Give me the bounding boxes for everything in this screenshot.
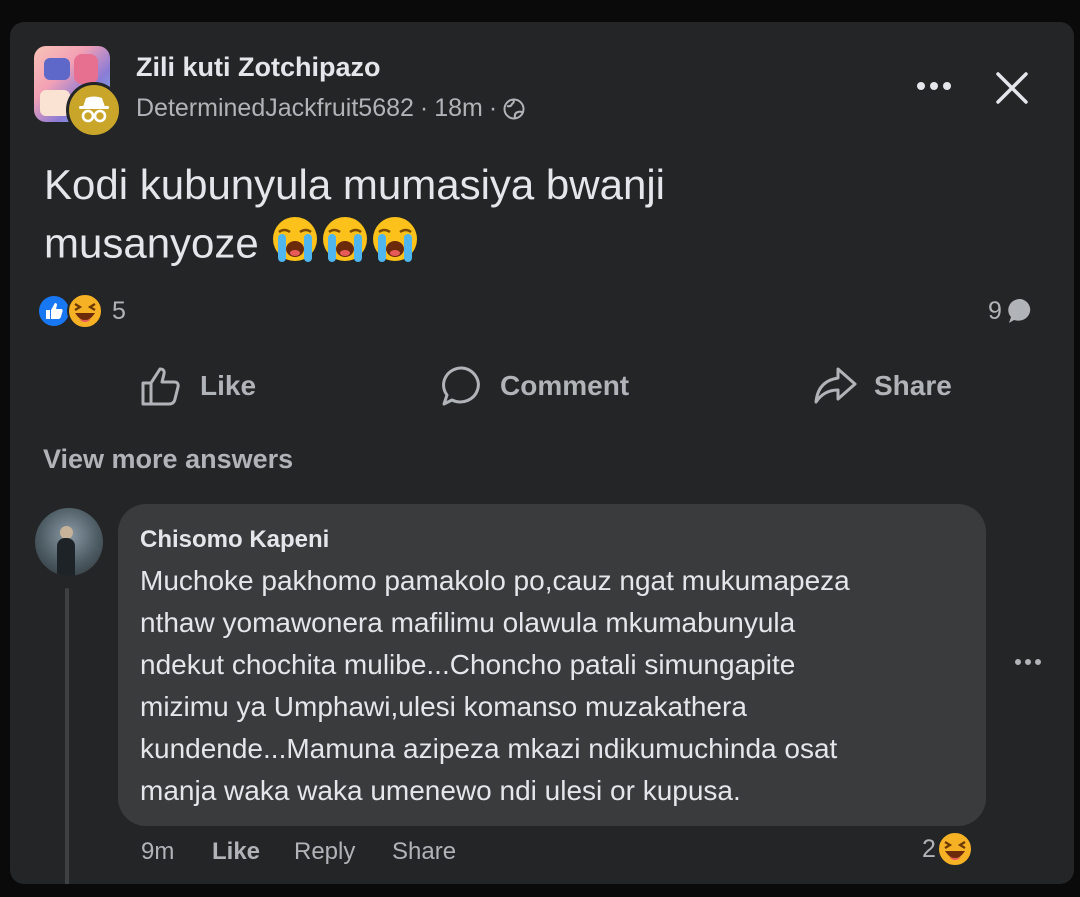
- haha-reaction-icon: [936, 831, 973, 867]
- meta-separator: ·: [488, 94, 498, 122]
- comment-text-line: kundende...Mamuna azipeza mkazi ndikumuc…: [140, 733, 838, 764]
- thumbs-up-icon: [141, 367, 180, 406]
- meta-separator: ·: [419, 94, 429, 122]
- comment-text-line: Muchoke pakhomo pamakolo po,cauz ngat mu…: [140, 565, 850, 596]
- post-text: Kodi kubunyula mumasiya bwanji musanyoze: [44, 156, 1024, 279]
- reactions-summary[interactable]: 5: [36, 292, 126, 330]
- comment-bubble: Chisomo Kapeni Muchoke pakhomo pamakolo …: [118, 504, 986, 826]
- loudly-crying-face-icon: [270, 214, 320, 279]
- post-text-line: Kodi kubunyula mumasiya bwanji: [44, 161, 665, 208]
- close-button[interactable]: [990, 66, 1034, 110]
- comment-text-line: mizimu ya Umphawi,ulesi komanso muzakath…: [140, 691, 747, 722]
- comment-bubble-icon: [1008, 298, 1031, 323]
- comment-reaction-count: 2: [922, 834, 936, 863]
- comment-options-button[interactable]: [1008, 650, 1048, 674]
- share-label: Share: [874, 370, 952, 401]
- thread-line: [65, 588, 69, 884]
- post-time[interactable]: 18m: [434, 94, 483, 123]
- loudly-crying-face-icon: [320, 214, 370, 279]
- globe-icon: [503, 94, 525, 123]
- comment-icon: [442, 366, 480, 406]
- comment-count-number: 9: [988, 296, 1002, 325]
- comment-text-line: nthaw yomawonera mafilimu olawula mkumab…: [140, 607, 796, 638]
- author-name[interactable]: DeterminedJackfruit5682: [136, 94, 414, 123]
- comment-share-button[interactable]: Share: [392, 838, 456, 866]
- post-text-line: musanyoze: [44, 219, 259, 267]
- reaction-count: 5: [112, 296, 126, 325]
- post-meta: DeterminedJackfruit5682 · 18m ·: [136, 94, 525, 123]
- more-dots-icon: [917, 82, 951, 90]
- share-button[interactable]: Share: [812, 362, 952, 410]
- close-icon: [996, 72, 1028, 104]
- more-options-button[interactable]: [912, 70, 956, 102]
- comment-label: Comment: [500, 370, 630, 401]
- comment-text: Muchoke pakhomo pamakolo po,cauz ngat mu…: [140, 560, 970, 812]
- comment-text-line: ndekut chochita mulibe...Choncho patali …: [140, 649, 796, 680]
- comment-button[interactable]: Comment: [440, 362, 629, 410]
- share-icon: [814, 367, 857, 404]
- post-card: Zili kuti Zotchipazo DeterminedJackfruit…: [10, 22, 1074, 884]
- haha-reaction-icon: [67, 293, 103, 329]
- commenter-name[interactable]: Chisomo Kapeni: [140, 526, 329, 554]
- comment-reply-button[interactable]: Reply: [294, 838, 355, 866]
- comment-like-button[interactable]: Like: [212, 838, 260, 866]
- screen: Zili kuti Zotchipazo DeterminedJackfruit…: [0, 0, 1080, 897]
- view-more-answers-link[interactable]: View more answers: [43, 444, 293, 475]
- like-label: Like: [200, 370, 257, 401]
- group-name[interactable]: Zili kuti Zotchipazo: [136, 52, 381, 83]
- comment-reactions[interactable]: 2: [922, 830, 974, 868]
- loudly-crying-face-icon: [370, 214, 420, 279]
- commenter-avatar[interactable]: [35, 508, 103, 576]
- comment-time[interactable]: 9m: [141, 838, 174, 866]
- anonymous-member-icon: [66, 82, 122, 138]
- comment-text-line: manja waka waka umenewo ndi ulesi or kup…: [140, 775, 741, 806]
- comment-count[interactable]: 9: [988, 296, 1036, 326]
- more-dots-icon: [1015, 659, 1041, 665]
- like-button[interactable]: Like: [140, 362, 256, 410]
